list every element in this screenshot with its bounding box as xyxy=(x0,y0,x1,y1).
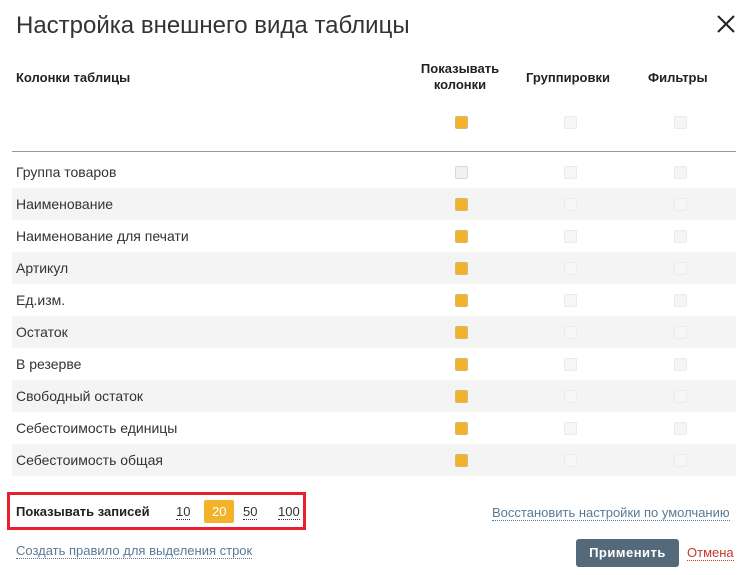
header-show-columns: Показывать колонки xyxy=(410,61,510,93)
select-all-filter-checkbox xyxy=(674,116,687,129)
filter-checkbox xyxy=(674,326,687,339)
grouping-checkbox xyxy=(564,422,577,435)
dialog-title: Настройка внешнего вида таблицы xyxy=(16,12,410,39)
restore-defaults-link[interactable]: Восстановить настройки по умолчанию xyxy=(492,505,730,521)
filter-checkbox xyxy=(674,422,687,435)
column-name-label: Остаток xyxy=(16,324,68,340)
grouping-checkbox xyxy=(564,326,577,339)
grouping-checkbox xyxy=(564,454,577,467)
table-row: Артикул xyxy=(12,252,736,284)
grouping-checkbox xyxy=(564,390,577,403)
column-name-label: Себестоимость общая xyxy=(16,452,163,468)
column-name-label: Ед.изм. xyxy=(16,292,66,308)
filter-checkbox xyxy=(674,454,687,467)
header-filters: Фильтры xyxy=(648,70,708,85)
table-row: Наименование xyxy=(12,188,736,220)
column-name-label: Наименование для печати xyxy=(16,228,189,244)
show-column-checkbox[interactable] xyxy=(455,358,468,371)
page-size-20[interactable]: 20 xyxy=(204,500,235,523)
header-columns: Колонки таблицы xyxy=(16,70,131,85)
show-column-checkbox[interactable] xyxy=(455,326,468,339)
grouping-checkbox xyxy=(564,294,577,307)
grouping-checkbox xyxy=(564,262,577,275)
header-show-line2: колонки xyxy=(433,77,487,92)
column-name-label: Себестоимость единицы xyxy=(16,420,178,436)
filter-checkbox xyxy=(674,166,687,179)
show-column-checkbox[interactable] xyxy=(455,454,468,467)
table-row: Остаток xyxy=(12,316,736,348)
show-column-checkbox[interactable] xyxy=(455,198,468,211)
filter-checkbox xyxy=(674,390,687,403)
table-row: Наименование для печати xyxy=(12,220,736,252)
show-column-checkbox[interactable] xyxy=(455,262,468,275)
filter-checkbox xyxy=(674,230,687,243)
header-show-line1: Показывать xyxy=(420,61,500,76)
column-name-label: Свободный остаток xyxy=(16,388,144,404)
grouping-checkbox xyxy=(564,358,577,371)
show-records-label: Показывать записей xyxy=(16,504,150,519)
show-column-checkbox[interactable] xyxy=(455,390,468,403)
filter-checkbox xyxy=(674,358,687,371)
table-row: В резерве xyxy=(12,348,736,380)
page-size-10[interactable]: 10 xyxy=(176,504,191,520)
grouping-checkbox xyxy=(564,198,577,211)
select-all-group-checkbox xyxy=(564,116,577,129)
column-name-label: Группа товаров xyxy=(16,164,117,180)
column-name-label: Артикул xyxy=(16,260,69,276)
cancel-link[interactable]: Отмена xyxy=(687,545,734,561)
table-row: Группа товаров xyxy=(12,156,736,188)
table-row: Ед.изм. xyxy=(12,284,736,316)
page-size-50[interactable]: 50 xyxy=(243,504,258,520)
close-icon[interactable] xyxy=(712,10,740,38)
page-size-100[interactable]: 100 xyxy=(278,504,300,520)
grouping-checkbox xyxy=(564,166,577,179)
show-column-checkbox[interactable] xyxy=(455,230,468,243)
table-row: Себестоимость единицы xyxy=(12,412,736,444)
apply-button[interactable]: Применить xyxy=(576,539,679,567)
header-divider xyxy=(12,151,736,152)
column-name-label: В резерве xyxy=(16,356,82,372)
table-row: Себестоимость общая xyxy=(12,444,736,476)
header-groupings: Группировки xyxy=(526,70,610,85)
grouping-checkbox xyxy=(564,230,577,243)
column-name-label: Наименование xyxy=(16,196,114,212)
show-column-checkbox[interactable] xyxy=(455,422,468,435)
show-column-checkbox[interactable] xyxy=(455,166,468,179)
filter-checkbox xyxy=(674,294,687,307)
table-row: Свободный остаток xyxy=(12,380,736,412)
create-rule-link[interactable]: Создать правило для выделения строк xyxy=(16,543,253,559)
select-all-show-checkbox[interactable] xyxy=(455,116,468,129)
filter-checkbox xyxy=(674,262,687,275)
filter-checkbox xyxy=(674,198,687,211)
show-column-checkbox[interactable] xyxy=(455,294,468,307)
